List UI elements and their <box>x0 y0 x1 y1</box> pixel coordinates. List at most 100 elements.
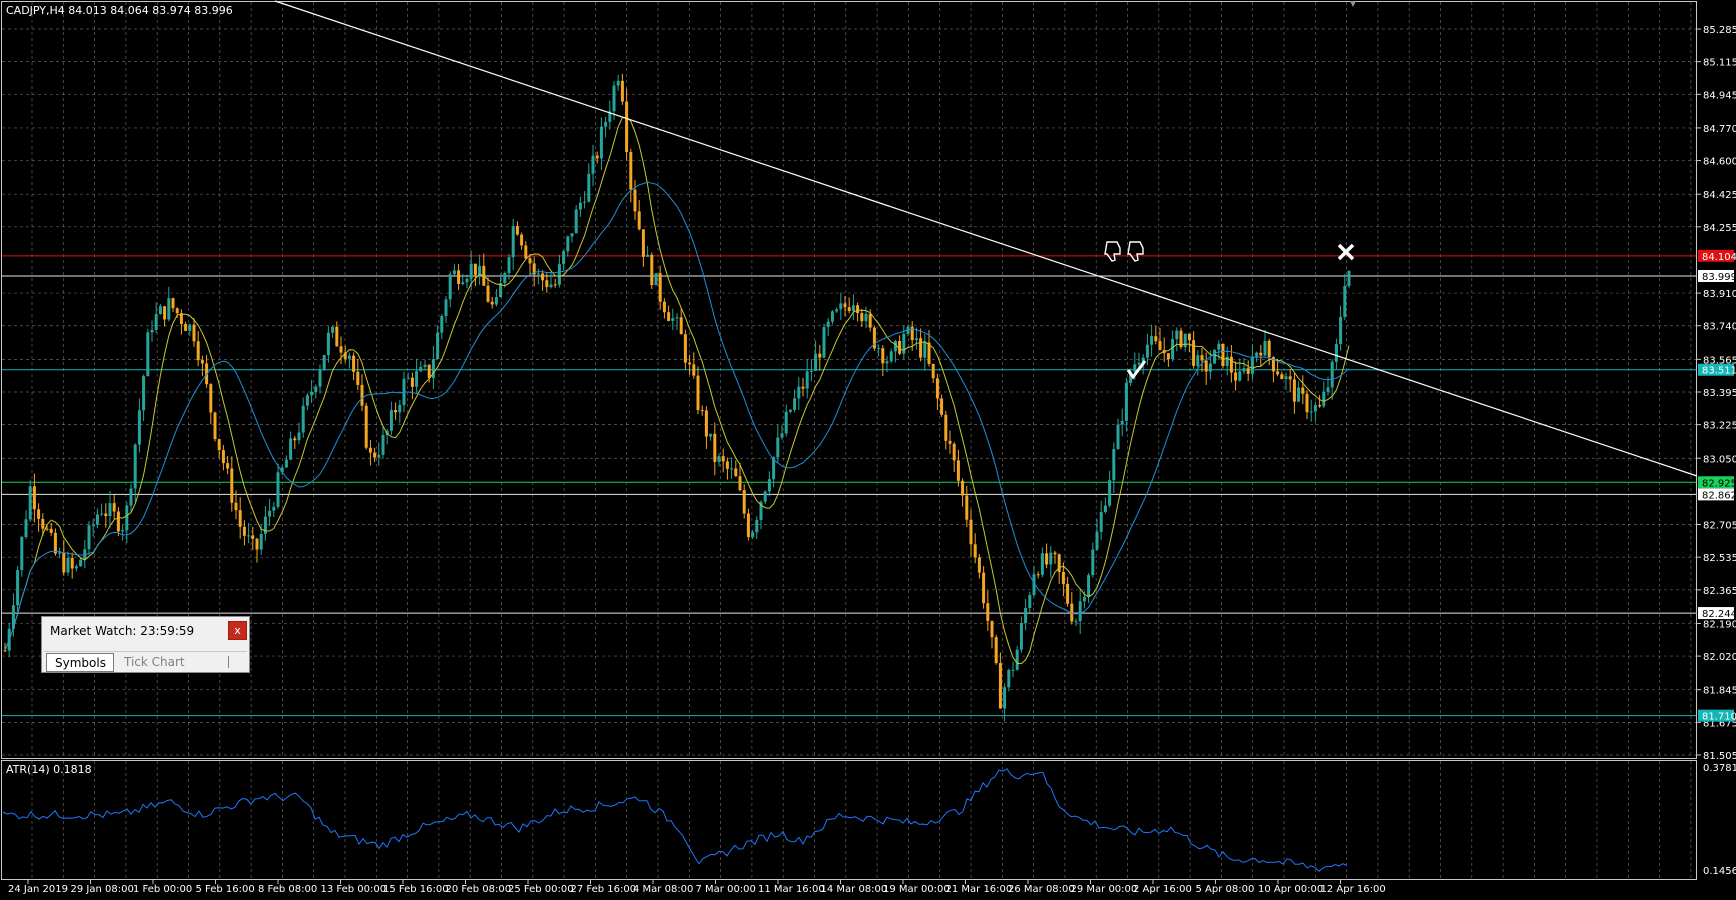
tab-tick-chart[interactable]: Tick Chart <box>116 653 193 672</box>
candle-body <box>1091 549 1095 576</box>
time-label: 26 Mar 08:00 <box>1008 884 1075 895</box>
candle-body <box>1192 340 1196 366</box>
candle-body <box>1036 574 1040 576</box>
price-tick-label: 85.285 <box>1703 25 1736 36</box>
candle-body <box>1246 368 1250 374</box>
candle-body <box>553 284 557 286</box>
time-label: 25 Feb 00:00 <box>508 884 574 895</box>
candle-body <box>818 353 822 358</box>
candle-body <box>32 486 36 510</box>
candle-body <box>1078 601 1082 622</box>
time-label: 24 Jan 2019 <box>8 884 68 895</box>
candle-body <box>1276 371 1280 375</box>
price-tick-label: 81.845 <box>1703 686 1736 697</box>
candle-body <box>1015 649 1019 670</box>
candle-body <box>654 273 658 286</box>
candle-body <box>986 603 990 621</box>
candle-body <box>238 510 242 527</box>
candle-body <box>1238 371 1242 381</box>
candle-body <box>809 370 813 372</box>
candle-body <box>801 386 805 389</box>
candle-body <box>990 620 994 638</box>
candle-body <box>1208 363 1212 372</box>
candle-body <box>931 363 935 379</box>
candle-body <box>347 355 351 359</box>
candle-body <box>793 398 797 410</box>
candle-body <box>868 313 872 328</box>
price-tick-label: 84.425 <box>1703 190 1736 201</box>
candle-body <box>515 226 519 235</box>
candle-body <box>314 386 318 392</box>
candle-body <box>427 364 431 379</box>
price-tick-label: 82.705 <box>1703 521 1736 532</box>
candle-body <box>767 479 771 492</box>
candle-body <box>289 438 293 460</box>
candle-body <box>1200 355 1204 361</box>
candle-body <box>977 557 981 573</box>
price-tick-label: 83.740 <box>1703 322 1736 333</box>
candle-body <box>112 503 116 512</box>
candle-body <box>1019 623 1023 650</box>
candle-body <box>45 528 49 530</box>
candle-body <box>1011 669 1015 671</box>
candle-body <box>1330 361 1334 388</box>
candle-body <box>839 303 843 310</box>
time-label: 1 Feb 00:00 <box>133 884 192 895</box>
candle-body <box>835 309 839 312</box>
candle-body <box>1171 339 1175 360</box>
candle-body <box>1099 511 1103 532</box>
candle-body <box>524 245 528 259</box>
candle-body <box>339 346 343 353</box>
market-watch-panel[interactable]: Market Watch: 23:59:59 x Symbols Tick Ch… <box>41 616 250 673</box>
candle-body <box>457 270 461 285</box>
candle-body <box>1263 340 1267 356</box>
candle-body <box>70 557 74 569</box>
candle-body <box>1196 355 1200 366</box>
candle-body <box>461 282 465 285</box>
candle-body <box>322 355 326 370</box>
time-label: 7 Mar 00:00 <box>696 884 756 895</box>
candle-body <box>574 209 578 234</box>
candle-body <box>805 371 809 389</box>
candle-body <box>1066 583 1070 604</box>
candle-body <box>310 391 314 396</box>
candle-body <box>406 377 410 379</box>
time-label: 21 Mar 16:00 <box>946 884 1013 895</box>
candle-body <box>410 377 414 387</box>
price-tag-label: 82.925 <box>1702 478 1736 489</box>
close-button[interactable]: x <box>228 621 247 640</box>
candle-body <box>251 535 255 539</box>
candle-body <box>751 532 755 538</box>
tab-symbols[interactable]: Symbols <box>46 653 114 672</box>
candle-body <box>213 412 217 440</box>
candle-body <box>95 514 99 525</box>
price-chart[interactable]: CADJPY,H4 84.013 84.064 83.974 83.996 AT… <box>0 0 1736 896</box>
time-label: 29 Mar 00:00 <box>1071 884 1138 895</box>
time-label: 8 Feb 08:00 <box>258 884 317 895</box>
candle-body <box>217 439 221 451</box>
price-tag-label: 84.104 <box>1702 252 1736 263</box>
candle-body <box>1242 368 1246 372</box>
candle-body <box>1297 387 1301 402</box>
candle-body <box>1313 405 1317 412</box>
candle-body <box>1003 687 1007 709</box>
chart-window[interactable]: CADJPY,H4 84.013 84.064 83.974 83.996 AT… <box>0 0 1736 896</box>
candle-body <box>637 211 641 230</box>
candle-body <box>58 552 62 554</box>
price-tag-label: 82.862 <box>1702 490 1736 501</box>
time-label: 14 Mar 08:00 <box>821 884 888 895</box>
candle-body <box>1250 356 1254 374</box>
time-label: 27 Feb 16:00 <box>571 884 637 895</box>
price-tick-label: 83.050 <box>1703 454 1736 465</box>
candle-body <box>1040 553 1044 575</box>
candle-body <box>507 257 511 274</box>
candle-body <box>1150 336 1154 345</box>
candle-body <box>377 454 381 458</box>
candle-body <box>717 456 721 462</box>
candle-body <box>797 386 801 399</box>
candle-body <box>184 323 188 331</box>
candle-body <box>965 495 969 520</box>
candle-body <box>297 432 301 441</box>
candle-body <box>1326 387 1330 392</box>
candle-body <box>700 410 704 412</box>
